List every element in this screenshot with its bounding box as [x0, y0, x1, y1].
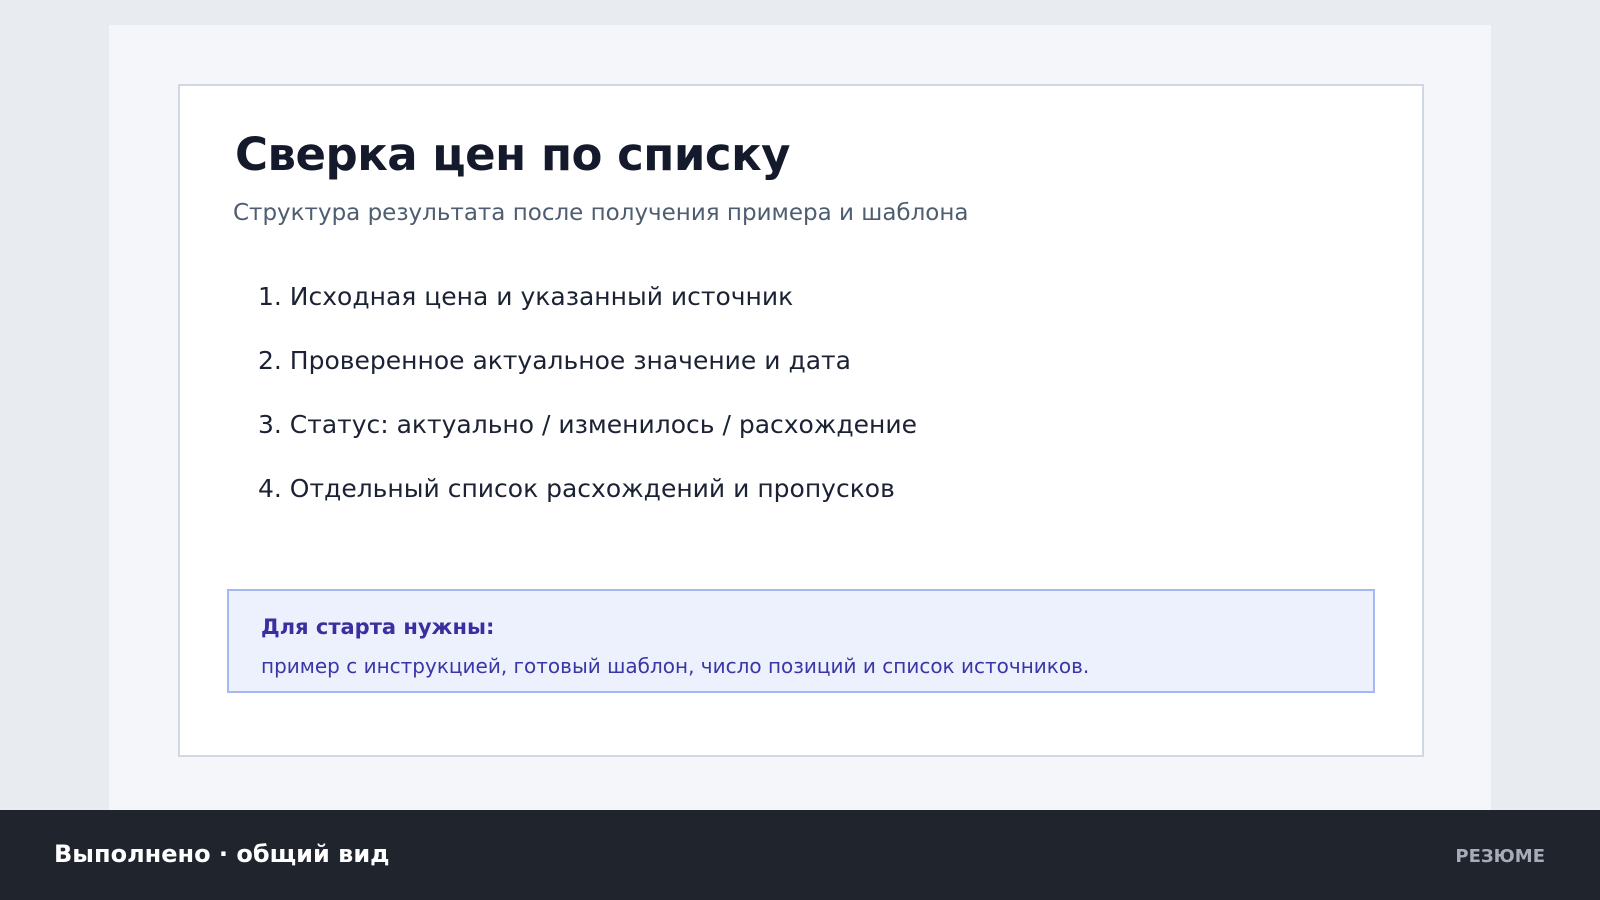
note-title: Для старта нужны:: [261, 615, 495, 639]
steps-list: 1. Исходная цена и указанный источник 2.…: [258, 282, 917, 538]
step-item: 2. Проверенное актуальное значение и дат…: [258, 346, 851, 375]
requirements-note: Для старта нужны: пример с инструкцией, …: [227, 589, 1375, 693]
footer-section-tag: РЕЗЮМЕ: [1455, 846, 1545, 867]
slide-subtitle: Структура результата после получения при…: [233, 200, 969, 226]
step-item: 4. Отдельный список расхождений и пропус…: [258, 474, 895, 503]
status-footer: Выполнено · общий вид РЕЗЮМЕ: [0, 810, 1600, 900]
note-text: пример с инструкцией, готовый шаблон, чи…: [261, 654, 1090, 678]
slide-card: Сверка цен по списку Структура результат…: [178, 84, 1424, 757]
slide-title: Сверка цен по списку: [235, 128, 790, 181]
footer-title: Выполнено · общий вид: [54, 840, 390, 868]
step-item: 3. Статус: актуально / изменилось / расх…: [258, 410, 918, 439]
step-item: 1. Исходная цена и указанный источник: [258, 282, 794, 311]
